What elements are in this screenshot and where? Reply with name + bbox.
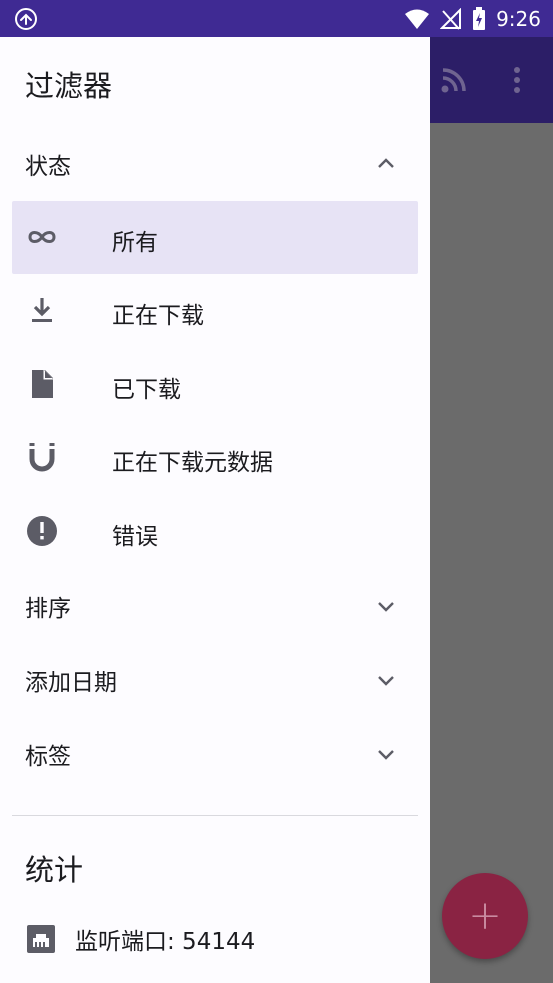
sort-section-label: 排序 xyxy=(25,596,71,622)
app-logo-icon xyxy=(15,8,37,30)
date-section-label: 添加日期 xyxy=(25,670,117,696)
clock: 9:26 xyxy=(496,6,541,31)
filter-drawer: 过滤器 状态 所有 正在下载 已下载 正在下载元数据 错误 排序 添加日期 标签… xyxy=(0,37,430,983)
file-icon xyxy=(32,370,53,398)
more-vert-icon xyxy=(514,67,520,93)
tags-section-label: 标签 xyxy=(25,744,71,770)
listening-port-label: 监听端口: 54144 xyxy=(75,929,256,955)
error-icon xyxy=(27,516,57,546)
filter-item-downloading[interactable]: 正在下载 xyxy=(12,274,418,347)
filter-item-label: 错误 xyxy=(112,524,158,550)
chevron-down-icon xyxy=(378,602,394,612)
divider xyxy=(12,815,418,816)
filter-item-label: 已下载 xyxy=(112,377,181,403)
tags-section-header[interactable]: 标签 xyxy=(0,717,430,791)
status-section-label: 状态 xyxy=(25,154,71,180)
infinity-icon xyxy=(28,231,56,243)
no-signal-icon xyxy=(440,7,462,30)
drawer-title: 过滤器 xyxy=(25,69,113,103)
chevron-down-icon xyxy=(378,750,394,760)
filter-item-all[interactable]: 所有 xyxy=(12,201,418,274)
listening-port-row: 监听端口: 54144 xyxy=(25,923,255,955)
date-section-header[interactable]: 添加日期 xyxy=(0,643,430,717)
filter-item-label: 正在下载元数据 xyxy=(112,450,273,476)
sort-section-header[interactable]: 排序 xyxy=(0,569,430,643)
chevron-up-icon xyxy=(378,158,394,168)
background-toolbar xyxy=(430,37,553,123)
filter-item-error[interactable]: 错误 xyxy=(12,495,418,568)
wifi-icon xyxy=(405,9,430,29)
add-fab: + xyxy=(442,873,528,959)
filter-item-downloaded[interactable]: 已下载 xyxy=(12,348,418,421)
ethernet-port-icon xyxy=(27,925,55,953)
download-icon xyxy=(32,298,52,322)
rss-icon xyxy=(441,68,466,93)
status-section-header[interactable]: 状态 xyxy=(0,127,430,201)
battery-charging-icon xyxy=(473,6,486,30)
filter-item-label: 所有 xyxy=(112,230,158,256)
filter-item-label: 正在下载 xyxy=(112,303,204,329)
filter-item-metadata[interactable]: 正在下载元数据 xyxy=(12,421,418,494)
magnet-icon xyxy=(29,443,55,472)
status-bar: 9:26 xyxy=(0,0,553,37)
stats-title: 统计 xyxy=(25,853,84,887)
add-icon: + xyxy=(468,893,502,939)
chevron-down-icon xyxy=(378,676,394,686)
